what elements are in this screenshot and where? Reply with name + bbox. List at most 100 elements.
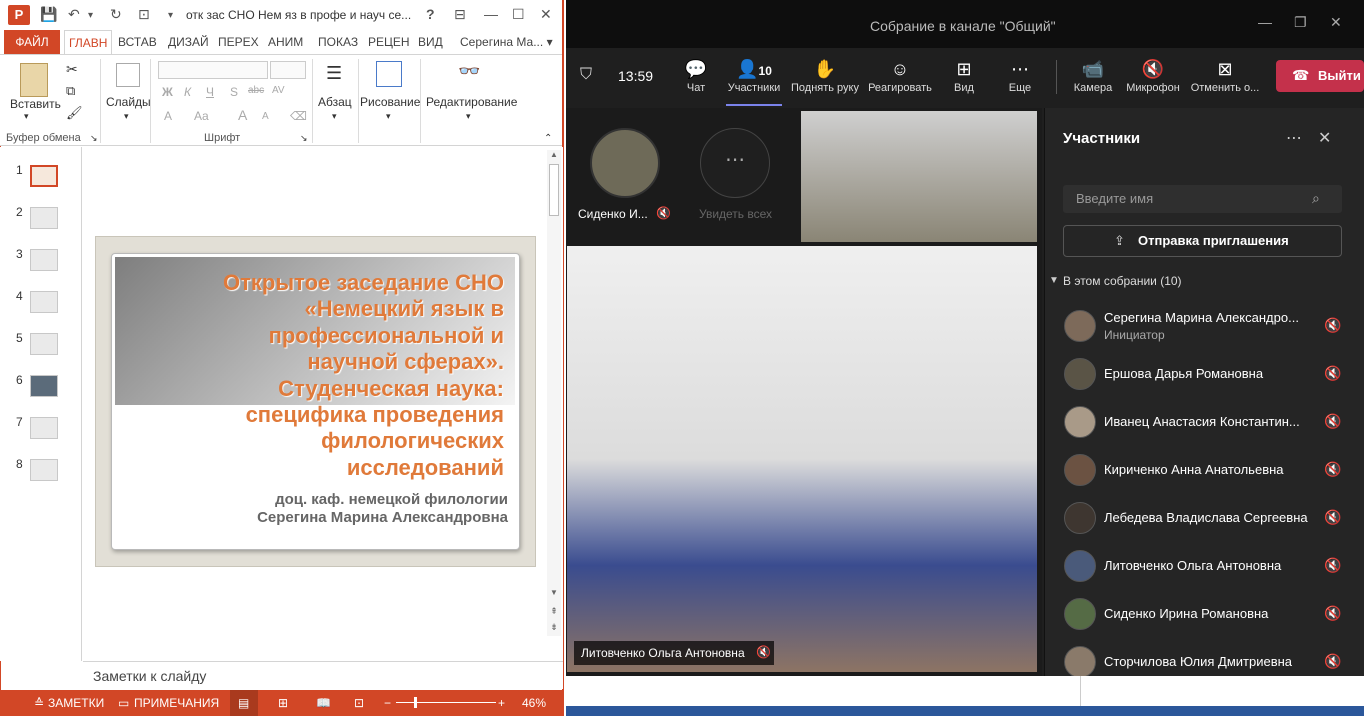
notes-pane[interactable]: Заметки к слайду xyxy=(83,661,563,689)
close-icon[interactable]: ✕ xyxy=(540,6,552,23)
maximize-icon[interactable]: ☐ xyxy=(512,6,525,23)
stop-sharing-button[interactable]: ⊠ Отменить о... xyxy=(1188,48,1262,106)
next-slide-icon[interactable]: ⇟ xyxy=(547,622,561,633)
undo-icon[interactable]: ↶ xyxy=(68,6,80,23)
tab-transitions[interactable]: ПЕРЕХ xyxy=(214,30,263,54)
dialog-launcher-icon[interactable]: ↘ xyxy=(300,133,308,144)
participant-name[interactable]: Иванец Анастасия Константин... xyxy=(1104,414,1300,429)
notes-button[interactable]: ЗАМЕТКИ xyxy=(48,696,104,710)
editing-button[interactable]: Редактирование xyxy=(426,95,517,109)
tab-insert[interactable]: ВСТАВ xyxy=(114,30,161,54)
tab-file[interactable]: ФАЙЛ xyxy=(4,30,60,54)
grow-font-button[interactable]: A xyxy=(238,107,247,123)
comments-button[interactable]: ПРИМЕЧАНИЯ xyxy=(134,696,219,710)
slideshow-start-icon[interactable]: ⊡ xyxy=(138,6,150,23)
participant-name[interactable]: Кириченко Анна Анатольевна xyxy=(1104,462,1284,477)
section-header[interactable]: В этом собрании (10) xyxy=(1063,274,1182,288)
more-button[interactable]: ⋯ Еще xyxy=(1000,48,1040,106)
slide-title[interactable]: Открытое заседание СНО «Немецкий язык в … xyxy=(120,270,504,481)
normal-view-button[interactable]: ▤ xyxy=(230,690,258,716)
slide-thumbnail[interactable] xyxy=(30,333,58,355)
minimize-icon[interactable]: — xyxy=(484,6,498,22)
customize-qat-icon[interactable]: ▾ xyxy=(168,10,173,21)
bold-button[interactable]: Ж xyxy=(162,85,173,99)
video-tile[interactable] xyxy=(801,111,1037,242)
participant-name[interactable]: Литовченко Ольга Антоновна xyxy=(1104,558,1281,573)
slide-thumbnail[interactable] xyxy=(30,291,58,313)
zoom-out-icon[interactable]: − xyxy=(384,696,391,710)
slide-thumbnail[interactable] xyxy=(30,375,58,397)
reading-view-icon[interactable]: 📖 xyxy=(316,696,331,710)
format-painter-icon[interactable]: 🖌 xyxy=(66,105,83,121)
slides-dropdown-icon[interactable]: ▾ xyxy=(124,111,129,122)
scroll-down-icon[interactable]: ▼ xyxy=(547,588,561,597)
paste-button[interactable]: Вставить xyxy=(10,97,61,111)
previous-slide-icon[interactable]: ⇞ xyxy=(547,606,561,617)
scroll-up-icon[interactable]: ▲ xyxy=(547,150,561,159)
tab-design[interactable]: ДИЗАЙ xyxy=(164,30,213,54)
close-panel-icon[interactable]: ✕ xyxy=(1318,128,1331,148)
help-button[interactable]: ? xyxy=(426,6,435,22)
tab-review[interactable]: РЕЦЕН xyxy=(364,30,414,54)
shadow-button[interactable]: S xyxy=(230,85,238,99)
view-button[interactable]: ⊞ Вид xyxy=(942,48,986,106)
slide-thumbnail[interactable] xyxy=(30,207,58,229)
drawing-button[interactable]: Рисование xyxy=(360,95,420,109)
participant-name[interactable]: Лебедева Владислава Сергеевна xyxy=(1104,510,1308,525)
save-icon[interactable]: 💾 xyxy=(40,6,57,23)
font-color-button[interactable]: A xyxy=(164,109,172,123)
tab-home[interactable]: ГЛАВН xyxy=(64,30,113,54)
binoculars-icon[interactable]: 👓 xyxy=(458,61,480,82)
zoom-level[interactable]: 46% xyxy=(522,696,546,710)
microphone-button[interactable]: 🔇 Микрофон xyxy=(1124,48,1182,106)
participant-name[interactable]: Сторчилова Юлия Дмитриевна xyxy=(1104,654,1292,669)
dialog-launcher-icon[interactable]: ↘ xyxy=(90,133,98,144)
shrink-font-button[interactable]: A xyxy=(262,111,269,122)
zoom-in-icon[interactable]: + xyxy=(498,696,505,710)
copy-icon[interactable]: ⧉ xyxy=(66,83,75,99)
editing-dropdown-icon[interactable]: ▾ xyxy=(466,111,471,122)
maximize-icon[interactable]: ❐ xyxy=(1294,14,1307,31)
collapse-ribbon-icon[interactable]: ⌃ xyxy=(544,133,552,144)
raise-hand-button[interactable]: ✋ Поднять руку xyxy=(790,48,860,106)
underline-button[interactable]: Ч xyxy=(206,85,214,99)
leave-button[interactable]: ☎ Выйти xyxy=(1276,60,1364,92)
slide-sorter-icon[interactable]: ⊞ xyxy=(278,696,288,710)
undo-dropdown-icon[interactable]: ▾ xyxy=(88,10,93,21)
slide-thumbnail[interactable] xyxy=(30,417,58,439)
slides-button[interactable]: Слайды xyxy=(106,95,151,109)
redo-icon[interactable]: ↻ xyxy=(110,6,122,23)
clipboard-icon[interactable] xyxy=(20,63,48,97)
paste-dropdown-icon[interactable]: ▾ xyxy=(24,111,29,122)
participant-name[interactable]: Сиденко Ирина Романовна xyxy=(1104,606,1268,621)
strikethrough-button[interactable]: abc xyxy=(248,85,264,96)
ribbon-display-icon[interactable]: ⊟ xyxy=(454,6,466,23)
participants-button[interactable]: 👤10 Участники xyxy=(726,48,782,106)
slide-thumbnail[interactable] xyxy=(30,459,58,481)
char-spacing-button[interactable]: AV xyxy=(272,85,285,96)
zoom-slider-thumb[interactable] xyxy=(414,697,417,708)
user-account[interactable]: Серегина Ма... ▾ xyxy=(456,30,557,54)
slideshow-view-icon[interactable]: ⊡ xyxy=(354,696,364,710)
participant-name[interactable]: Ершова Дарья Романовна xyxy=(1104,366,1263,381)
see-all-button[interactable]: ⋯ xyxy=(700,128,770,198)
slide-thumbnail[interactable] xyxy=(30,249,58,271)
tab-animations[interactable]: АНИМ xyxy=(264,30,307,54)
slide-thumbnail[interactable] xyxy=(30,165,58,187)
main-video[interactable] xyxy=(567,246,1037,672)
new-slide-icon[interactable] xyxy=(116,63,140,87)
camera-button[interactable]: 📹 Камера xyxy=(1070,48,1116,106)
change-case-button[interactable]: Aa xyxy=(194,109,209,123)
scroll-thumb[interactable] xyxy=(549,164,559,216)
clear-format-icon[interactable]: ⌫ xyxy=(290,109,307,123)
zoom-slider[interactable] xyxy=(396,702,496,703)
cut-icon[interactable]: ✂ xyxy=(66,61,78,78)
vertical-scrollbar[interactable]: ▲ ▼ ⇞ ⇟ xyxy=(547,150,561,636)
paragraph-dropdown-icon[interactable]: ▾ xyxy=(332,111,337,122)
font-name-box[interactable] xyxy=(158,61,268,79)
paragraph-button[interactable]: Абзац xyxy=(318,95,352,109)
participant-name[interactable]: Серегина Марина Александро... xyxy=(1104,310,1299,325)
chevron-down-icon[interactable]: ▼ xyxy=(1049,275,1059,286)
slide-subtitle-author[interactable]: Серегина Марина Александровна xyxy=(118,509,508,526)
close-icon[interactable]: ✕ xyxy=(1330,14,1342,31)
